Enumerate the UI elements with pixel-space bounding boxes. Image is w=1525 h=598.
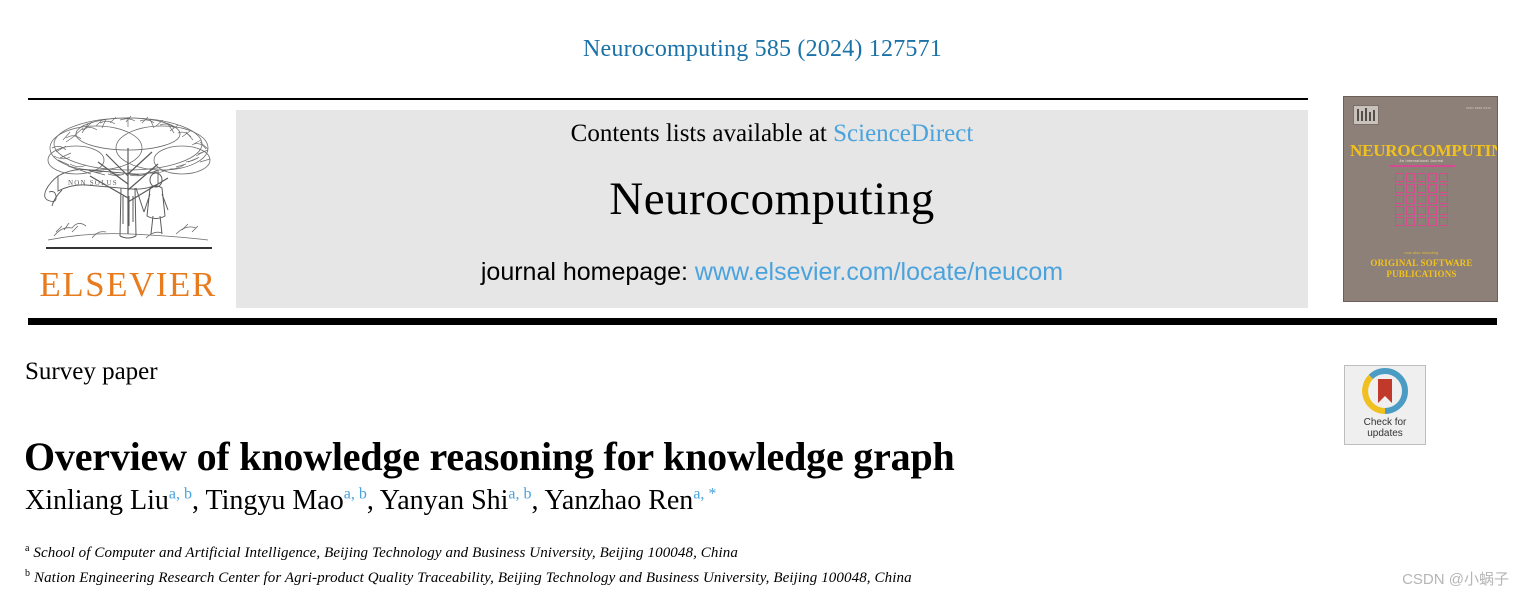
cover-grid-cell (1428, 184, 1437, 193)
journal-masthead: NON SOLUS ELSEVIER Contents lists availa… (28, 110, 1308, 308)
author-entry[interactable]: Yanzhao Rena, * (545, 485, 717, 516)
masthead-info-box: Contents lists available at ScienceDirec… (236, 110, 1308, 308)
cover-footer-line1: ORIGINAL SOFTWARE (1370, 258, 1473, 268)
cover-grid-cell (1417, 217, 1426, 226)
cover-grid-cell (1428, 206, 1437, 215)
cover-grid-cell (1439, 173, 1448, 182)
cover-grid-cell (1428, 217, 1437, 226)
sciencedirect-link[interactable]: ScienceDirect (833, 120, 973, 147)
author-separator: , (366, 485, 380, 516)
top-rule-divider (28, 98, 1308, 100)
cover-underline-rule (1390, 165, 1455, 167)
article-type-label: Survey paper (25, 358, 158, 385)
cover-grid-cell (1428, 173, 1437, 182)
author-separator: , (531, 485, 545, 516)
author-entry[interactable]: Xinliang Liua, b (25, 485, 192, 516)
contents-list-line: Contents lists available at ScienceDirec… (236, 120, 1308, 148)
elsevier-wordmark: ELSEVIER (39, 265, 217, 304)
crossmark-label: Check for updates (1345, 417, 1425, 439)
journal-title: Neurocomputing (609, 173, 935, 225)
author-affiliation-marks[interactable]: a, b (169, 486, 192, 503)
journal-homepage-line: journal homepage: www.elsevier.com/locat… (236, 258, 1308, 287)
running-head: Neurocomputing 585 (2024) 127571 (582, 36, 943, 62)
cover-elsevier-mark-icon (1353, 105, 1379, 125)
csdn-watermark: CSDN @小蜗子 (1402, 571, 1509, 588)
article-title: Overview of knowledge reasoning for know… (24, 433, 955, 479)
author-name: Tingyu Mao (205, 485, 344, 516)
author-entry[interactable]: Yanyan Shia, b (380, 485, 532, 516)
cover-grid-cell (1439, 195, 1448, 204)
author-name: Yanyan Shi (379, 485, 509, 516)
thick-rule-divider (28, 318, 1497, 325)
cover-grid-cell (1406, 173, 1415, 182)
affiliation-text: School of Computer and Artificial Intell… (33, 545, 738, 561)
cover-grid-cell (1417, 184, 1426, 193)
cover-grid-cell (1395, 173, 1404, 182)
cover-issn-text: ISSN 0925-2312 (1466, 106, 1491, 110)
cover-grid-graphic (1395, 173, 1453, 226)
author-affiliation-marks[interactable]: a, b (344, 486, 367, 503)
cover-grid-cell (1417, 173, 1426, 182)
author-separator: , (191, 485, 206, 516)
affiliation-mark: a (25, 543, 30, 554)
affiliation-entry: a School of Computer and Artificial Inte… (25, 543, 738, 562)
elsevier-logo[interactable]: NON SOLUS ELSEVIER (28, 110, 228, 308)
cover-grid-cell (1439, 206, 1448, 215)
cover-grid-cell (1439, 184, 1448, 193)
affiliation-text: Nation Engineering Research Center for A… (33, 570, 912, 586)
cover-grid-cell (1417, 195, 1426, 204)
affiliation-entry: b Nation Engineering Research Center for… (25, 568, 912, 587)
cover-grid-cell (1406, 195, 1415, 204)
author-affiliation-marks[interactable]: a, * (693, 486, 716, 503)
cover-also-including-text: now also including (1404, 251, 1439, 255)
cover-grid-cell (1395, 217, 1404, 226)
crossmark-label-line2: updates (1367, 428, 1403, 439)
contents-prefix: Contents lists available at (570, 120, 834, 147)
cover-grid-cell (1395, 206, 1404, 215)
cover-grid-cell (1428, 195, 1437, 204)
crossmark-icon (1362, 368, 1408, 414)
author-list: Xinliang Liua, b, Tingyu Maoa, b, Yanyan… (25, 485, 716, 517)
elsevier-tree-icon: NON SOLUS (44, 115, 212, 249)
cover-grid-cell (1439, 217, 1448, 226)
cover-title: NEUROCOMPUTING (1350, 141, 1497, 160)
journal-homepage-link[interactable]: www.elsevier.com/locate/neucom (695, 258, 1063, 286)
cover-grid-cell (1406, 184, 1415, 193)
author-entry[interactable]: Tingyu Maoa, b (205, 485, 366, 516)
author-affiliation-marks[interactable]: a, b (508, 486, 531, 503)
cover-subtitle: An International Journal (1399, 159, 1444, 163)
crossmark-check-for-updates-button[interactable]: Check for updates (1344, 365, 1426, 445)
author-name: Yanzhao Ren (544, 485, 694, 516)
cover-grid-cell (1417, 206, 1426, 215)
author-name: Xinliang Liu (25, 485, 169, 516)
affiliation-mark: b (25, 568, 31, 579)
cover-grid-cell (1395, 195, 1404, 204)
homepage-prefix: journal homepage: (480, 258, 695, 286)
cover-grid-cell (1406, 206, 1415, 215)
crossmark-label-line1: Check for (1363, 417, 1407, 428)
cover-footer-line2: PUBLICATIONS (1386, 269, 1457, 279)
svg-text:NON SOLUS: NON SOLUS (68, 179, 118, 187)
journal-cover-thumbnail[interactable]: ISSN 0925-2312 NEUROCOMPUTING An Interna… (1343, 96, 1498, 302)
cover-grid-cell (1406, 217, 1415, 226)
cover-grid-cell (1395, 184, 1404, 193)
